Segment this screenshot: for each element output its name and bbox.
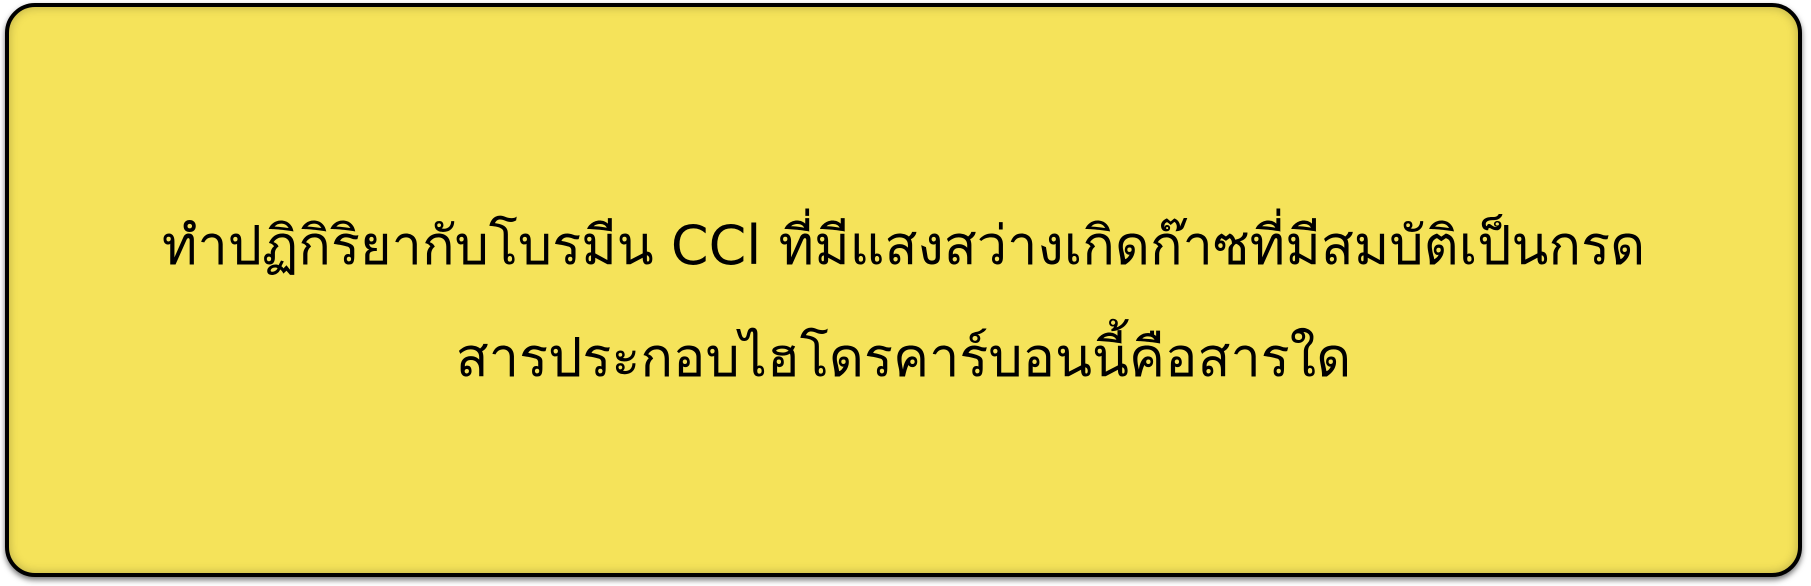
page: ทำปฏิกิริยากับโบรมีน CCl ที่มีแสงสว่างเก…	[0, 0, 1811, 586]
question-line-1: ทำปฏิกิริยากับโบรมีน CCl ที่มีแสงสว่างเก…	[161, 214, 1646, 277]
question-line-2: สารประกอบไฮโดรคาร์บอนนี้คือสารใด	[455, 326, 1352, 389]
question-card: ทำปฏิกิริยากับโบรมีน CCl ที่มีแสงสว่างเก…	[5, 3, 1802, 577]
question-text: ทำปฏิกิริยากับโบรมีน CCl ที่มีแสงสว่างเก…	[162, 190, 1645, 414]
